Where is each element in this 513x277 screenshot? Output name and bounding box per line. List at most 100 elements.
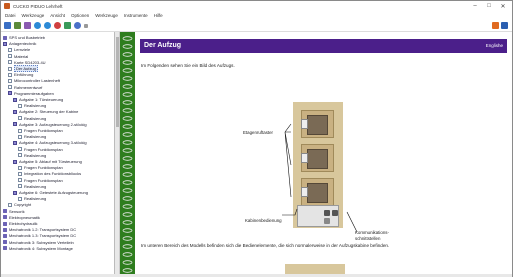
page-icon bbox=[8, 202, 12, 207]
book-binding bbox=[120, 32, 135, 276]
tree-item[interactable]: Elektropneumatik bbox=[3, 215, 40, 220]
tree-item[interactable]: Fragen Funktionsplan bbox=[18, 165, 63, 170]
floor-buttons-label: Etagenruftaster bbox=[243, 130, 274, 135]
menu-werkzeuge[interactable]: Werkzeuge bbox=[22, 13, 45, 18]
page-icon bbox=[18, 178, 22, 183]
book-icon bbox=[13, 190, 17, 195]
tree-item[interactable]: Mechatronik 4: Subsystem Montage bbox=[3, 246, 73, 251]
home-icon[interactable] bbox=[64, 22, 71, 29]
tree-item-label: Realisierung bbox=[24, 183, 47, 189]
tree-item[interactable]: Mechatronik 1.3: Transportsystem DC bbox=[3, 233, 76, 238]
tree-item[interactable]: Realisierung bbox=[18, 103, 46, 108]
tree-item[interactable]: Realisierung bbox=[18, 134, 46, 139]
book-icon[interactable] bbox=[24, 22, 31, 29]
tree-item[interactable]: Fragen Funktionsplan bbox=[18, 128, 63, 133]
page-icon bbox=[18, 128, 22, 133]
tree-item-label: Elektrohydraulik bbox=[9, 221, 38, 227]
menu-werkzeuge-2[interactable]: Werkzeuge bbox=[95, 13, 118, 18]
tree-item-label: Aufgabe 6: Getestete Aufzugsteuerung bbox=[19, 190, 88, 196]
tree-item[interactable]: Realisierung bbox=[18, 153, 46, 158]
app-icon bbox=[4, 3, 10, 9]
info-icon[interactable] bbox=[501, 22, 508, 29]
window-title: CUCKO PIDUO Lehrheft bbox=[13, 3, 63, 9]
binding-ring-icon bbox=[122, 116, 133, 121]
flag-icon[interactable] bbox=[492, 22, 499, 29]
tree-item[interactable]: Aufgabe 5: Ablauf mit Türsteuerung bbox=[13, 159, 82, 164]
save-icon[interactable] bbox=[4, 22, 11, 29]
tree-item[interactable]: Fragen Funktionsplan bbox=[18, 178, 63, 183]
tree-item[interactable]: Programmieraufgaben bbox=[8, 91, 54, 96]
tree-item-label: Lernziele bbox=[14, 47, 31, 53]
binding-ring-icon bbox=[122, 60, 133, 65]
tree-item-label: Fragen Funktionsplan bbox=[24, 128, 63, 134]
book-icon bbox=[3, 41, 7, 46]
scrollbar-thumb[interactable] bbox=[116, 37, 119, 127]
stop-icon[interactable] bbox=[54, 22, 61, 29]
tree-item[interactable]: Aufgabe 3: Aufzugsteuerung 2-stöckig bbox=[13, 122, 87, 127]
menu-ansicht[interactable]: Ansicht bbox=[50, 13, 65, 18]
binding-ring-icon bbox=[122, 212, 133, 217]
tree-item[interactable]: Mikrocontroller Lastenheft bbox=[8, 78, 60, 83]
tree-item[interactable]: Lernziele bbox=[8, 47, 30, 52]
binding-ring-icon bbox=[122, 188, 133, 193]
help-icon[interactable] bbox=[74, 22, 81, 29]
book-icon bbox=[13, 97, 17, 102]
tree-item-label: Einführung bbox=[14, 72, 34, 78]
tree-item[interactable]: Copyright bbox=[8, 202, 31, 207]
tree-item[interactable]: Mechatronik 3: Subsystem Verteileln bbox=[3, 240, 74, 245]
tree-item[interactable]: Aufgabe 1: Türsteuerung bbox=[13, 97, 63, 102]
book-icon bbox=[13, 159, 17, 164]
binding-ring-icon bbox=[122, 52, 133, 57]
tree-item[interactable]: Integration des Funktionsbliocks bbox=[18, 171, 81, 176]
tree-item-label: Mechatronik 1.2: Transportsystem DC bbox=[9, 227, 77, 233]
close-button[interactable]: ✕ bbox=[496, 1, 510, 11]
back-icon[interactable] bbox=[34, 22, 41, 29]
tree-item[interactable]: Realisierung bbox=[18, 184, 46, 189]
tree-item[interactable]: Mechatronik 1.2: Transportsystem DC bbox=[3, 227, 76, 232]
tree-item-label: Anlagentechnik bbox=[9, 41, 37, 47]
tree-item-label: Mikrocontroller Lastenheft bbox=[14, 78, 61, 84]
menu-datei[interactable]: Datei bbox=[5, 13, 16, 18]
minimize-button[interactable]: – bbox=[468, 1, 482, 11]
tree-item-label: Aufgabe 1: Türsteuerung bbox=[19, 97, 64, 103]
menu-optionen[interactable]: Optionen bbox=[71, 13, 89, 18]
tree-item-label: Aufgabe 2: Steuerung der Kabine bbox=[19, 109, 79, 115]
menu-hilfe[interactable]: Hilfe bbox=[154, 13, 163, 18]
maximize-button[interactable]: □ bbox=[482, 1, 496, 11]
tree-item[interactable]: Aufgabe 4: Aufzugsteuerung 3-stöckig bbox=[13, 140, 87, 145]
tree-item[interactable]: Aufgabe 6: Getestete Aufzugsteuerung bbox=[13, 190, 88, 195]
app-window: CUCKO PIDUO Lehrheft – □ ✕ Datei Werkzeu… bbox=[0, 0, 513, 277]
menu-bar: Datei Werkzeuge Ansicht Optionen Werkzeu… bbox=[1, 11, 512, 20]
book-icon bbox=[3, 246, 7, 251]
tree-item-label: Aufgabe 3: Aufzugsteuerung 2-stöckig bbox=[19, 121, 87, 127]
dropdown-icon[interactable] bbox=[84, 23, 88, 28]
menu-instrumente[interactable]: Instrumente bbox=[124, 13, 148, 18]
tree-item[interactable]: Anlagentechnik bbox=[3, 41, 36, 46]
tree-item[interactable]: Realisierung bbox=[18, 116, 46, 121]
tree-item[interactable]: Einführung bbox=[8, 72, 33, 77]
book-icon bbox=[8, 91, 12, 96]
tree-item[interactable]: Rahmenentwurf bbox=[8, 85, 42, 90]
tree-item[interactable]: Realisierung bbox=[18, 196, 46, 201]
tree-item[interactable]: Der Aufzug bbox=[8, 65, 38, 73]
page-icon bbox=[18, 147, 22, 152]
comm-interfaces-label-1: Kommunikations- bbox=[355, 230, 389, 235]
binding-ring-icon bbox=[122, 268, 133, 273]
binding-ring-icon bbox=[122, 196, 133, 201]
outro-text: Im unteren Bereich des Modells befinden … bbox=[141, 243, 390, 248]
tree-item[interactable]: Fragen Funktionsplan bbox=[18, 147, 63, 152]
print-icon[interactable] bbox=[14, 22, 21, 29]
tree-item-label: Material bbox=[14, 53, 29, 59]
tree-item[interactable]: Sensorik bbox=[3, 209, 25, 214]
tree-item[interactable]: Material bbox=[8, 54, 28, 59]
page-icon bbox=[8, 85, 12, 90]
tree-item[interactable]: Elektrohydraulik bbox=[3, 221, 37, 226]
tree-item-label: Realisierung bbox=[24, 103, 47, 109]
navigation-tree: SPS und Busbetrieb Anlagentechnik Lernziel… bbox=[1, 32, 115, 276]
tree-item[interactable]: Aufgabe 2: Steuerung der Kabine bbox=[13, 109, 78, 114]
page-icon bbox=[18, 196, 22, 201]
tree-item[interactable]: SPS und Busbetrieb bbox=[3, 35, 45, 40]
binding-ring-icon bbox=[122, 156, 133, 161]
tree-item-label: Sensorik bbox=[9, 208, 25, 214]
forward-icon[interactable] bbox=[44, 22, 51, 29]
